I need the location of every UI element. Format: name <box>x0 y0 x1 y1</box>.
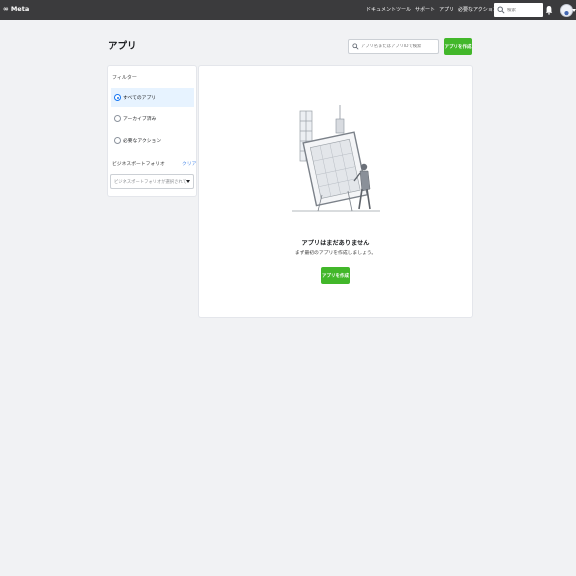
empty-illustration <box>292 105 380 212</box>
meta-logo[interactable]: ∞ Meta <box>3 5 29 13</box>
search-icon <box>352 43 359 50</box>
business-portfolio-select-value: ビジネスポートフォリオが選択されていません <box>114 179 186 185</box>
empty-state-subtitle: まず最初のアプリを作成しましょう。 <box>294 251 377 256</box>
app-search-input[interactable] <box>358 44 438 49</box>
global-search-input[interactable] <box>505 7 543 13</box>
logo-text: Meta <box>10 5 30 13</box>
search-icon <box>497 6 505 14</box>
global-search[interactable] <box>494 3 543 17</box>
filter-title: フィルター <box>112 75 137 81</box>
radio-icon[interactable] <box>114 137 121 144</box>
business-portfolio-clear-link[interactable]: クリア <box>182 160 196 167</box>
radio-icon[interactable] <box>114 94 121 101</box>
account-menu-chevron-icon[interactable] <box>572 9 576 12</box>
business-portfolio-select[interactable]: ビジネスポートフォリオが選択されていません <box>110 174 194 189</box>
filter-option-label: 必要なアクション <box>123 139 162 144</box>
app-search[interactable] <box>348 39 439 54</box>
nav-item-support[interactable]: サポート <box>415 6 435 13</box>
empty-state-create-app-button[interactable]: アプリを作成 <box>321 267 350 284</box>
create-app-button[interactable]: アプリを作成 <box>444 38 472 55</box>
chevron-down-icon <box>186 180 190 183</box>
empty-state-title: アプリはまだありません <box>301 240 370 247</box>
filter-option-required-actions[interactable]: 必要なアクション <box>111 131 194 150</box>
bell-icon[interactable] <box>545 5 553 15</box>
top-navigation-bar: ∞ Meta ドキュメント ツール サポート アプリ 必要なアクション <box>0 0 576 20</box>
filter-option-label: アーカイブ済み <box>123 117 157 122</box>
filter-option-all-apps[interactable]: すべてのアプリ <box>111 88 194 107</box>
nav-item-tools[interactable]: ツール <box>396 6 411 13</box>
radio-icon[interactable] <box>114 115 121 122</box>
nav-item-docs[interactable]: ドキュメント <box>366 6 396 13</box>
filter-option-label: すべてのアプリ <box>123 96 157 101</box>
filter-option-archived[interactable]: アーカイブ済み <box>111 109 194 128</box>
nav-item-apps[interactable]: アプリ <box>439 6 454 13</box>
page-title: アプリ <box>108 41 137 52</box>
avatar-icon <box>564 11 569 16</box>
business-portfolio-label: ビジネスポートフォリオ <box>112 162 165 167</box>
meta-logo-icon: ∞ <box>3 5 9 13</box>
nav-item-required-actions[interactable]: 必要なアクション <box>458 6 498 13</box>
